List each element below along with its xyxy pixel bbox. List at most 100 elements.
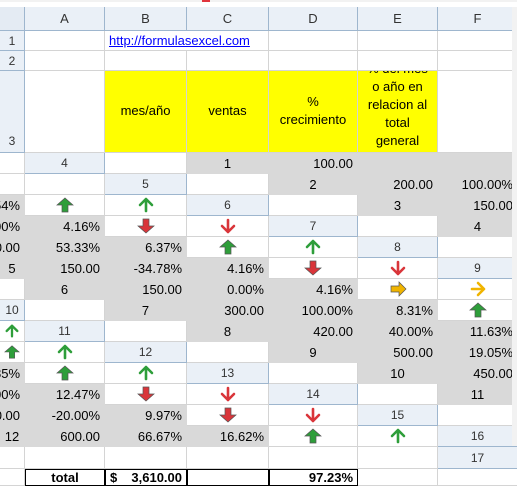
cell-a10[interactable]: [25, 300, 105, 321]
cell-a9[interactable]: [0, 279, 25, 300]
mes-value[interactable]: 11: [438, 384, 517, 405]
porcentaje-value[interactable]: 8.31%: [358, 300, 438, 321]
cell-e1[interactable]: [358, 31, 438, 51]
indicator-thin-cell[interactable]: [187, 216, 269, 237]
mes-value[interactable]: 10: [358, 363, 438, 384]
indicator-fat-cell[interactable]: [25, 195, 105, 216]
row-header-5[interactable]: 5: [105, 174, 187, 195]
indicator-fat-cell[interactable]: [25, 363, 105, 384]
cell-f16[interactable]: [358, 447, 438, 469]
cell-a3[interactable]: [25, 71, 105, 153]
porcentaje-value[interactable]: 4.16%: [187, 258, 269, 279]
indicator-fat-cell[interactable]: [438, 300, 517, 321]
column-header-d[interactable]: D: [269, 7, 358, 31]
crecimiento-value[interactable]: -34.78%: [105, 258, 187, 279]
crecimiento-value[interactable]: -20.00%: [25, 405, 105, 426]
cell-a1[interactable]: [25, 31, 105, 51]
cell-e17[interactable]: [358, 469, 438, 486]
header-porcentaje[interactable]: % del mes o año en relacion al total gen…: [358, 71, 438, 153]
cell-d1[interactable]: [269, 31, 358, 51]
indicator-thin-cell[interactable]: [187, 384, 269, 405]
indicator-fat-cell[interactable]: [187, 237, 269, 258]
row-header-17[interactable]: 17: [438, 447, 517, 469]
indicator-thin-cell[interactable]: [105, 363, 187, 384]
row-header-4[interactable]: 4: [25, 153, 105, 174]
total-crecimiento[interactable]: [187, 469, 269, 486]
row-header-6[interactable]: 6: [187, 195, 269, 216]
porcentaje-value[interactable]: 4.16%: [269, 279, 358, 300]
cell-f2[interactable]: [438, 51, 517, 71]
crecimiento-value[interactable]: 100.00%: [438, 174, 517, 195]
cell-d2[interactable]: [269, 51, 358, 71]
cell-a14[interactable]: [358, 384, 438, 405]
crecimiento-value[interactable]: 19.05%: [438, 342, 517, 363]
crecimiento-value[interactable]: 40.00%: [358, 321, 438, 342]
header-crecimiento[interactable]: % crecimiento: [269, 71, 358, 153]
cell-a11[interactable]: [105, 321, 187, 342]
row-header-15[interactable]: 15: [358, 405, 438, 426]
cell-a12[interactable]: [187, 342, 269, 363]
ventas-value[interactable]: 150.00: [105, 279, 187, 300]
mes-value[interactable]: 12: [0, 426, 25, 447]
indicator-thin-cell[interactable]: [269, 405, 358, 426]
mes-value[interactable]: 4: [438, 216, 517, 237]
indicator-thin-cell[interactable]: [358, 426, 438, 447]
row-header-12[interactable]: 12: [105, 342, 187, 363]
ventas-value[interactable]: 150.00: [438, 195, 517, 216]
ventas-value[interactable]: 420.00: [269, 321, 358, 342]
porcentaje-value[interactable]: 13.85%: [0, 363, 25, 384]
ventas-value[interactable]: 150.00: [25, 258, 105, 279]
cell-e3[interactable]: [438, 71, 517, 153]
cell-e16[interactable]: [269, 447, 358, 469]
mes-value[interactable]: 5: [0, 258, 25, 279]
cell-e2[interactable]: [358, 51, 438, 71]
vertical-scrollbar[interactable]: [512, 7, 517, 446]
cell-a13[interactable]: [269, 363, 358, 384]
ventas-value[interactable]: 230.00: [0, 237, 25, 258]
row-header-7[interactable]: 7: [269, 216, 358, 237]
indicator-thin-cell[interactable]: [25, 174, 105, 195]
porcentaje-value[interactable]: 4.16%: [25, 216, 105, 237]
column-header-f[interactable]: F: [438, 7, 517, 31]
porcentaje-value[interactable]: 6.37%: [105, 237, 187, 258]
row-header-8[interactable]: 8: [358, 237, 438, 258]
column-header-e[interactable]: E: [358, 7, 438, 31]
indicator-fat-cell[interactable]: [269, 426, 358, 447]
header-ventas[interactable]: ventas: [187, 71, 269, 153]
row-header-14[interactable]: 14: [269, 384, 358, 405]
crecimiento-value[interactable]: -10.00%: [0, 384, 25, 405]
porcentaje-value[interactable]: 16.62%: [187, 426, 269, 447]
cell-f3[interactable]: [0, 153, 25, 174]
header-mes[interactable]: mes/año: [105, 71, 187, 153]
row-header-11[interactable]: 11: [25, 321, 105, 342]
ventas-value[interactable]: 300.00: [187, 300, 269, 321]
cell-a15[interactable]: [438, 405, 517, 426]
cell-b16[interactable]: [25, 447, 105, 469]
porcentaje-value[interactable]: 5.54%: [0, 195, 25, 216]
row-header-3[interactable]: 3: [0, 71, 25, 153]
cell-a17[interactable]: [0, 469, 25, 486]
mes-value[interactable]: 8: [187, 321, 269, 342]
indicator-thin-cell[interactable]: [269, 237, 358, 258]
mes-value[interactable]: 2: [269, 174, 358, 195]
indicator-thin-cell[interactable]: [358, 258, 438, 279]
cell-b1[interactable]: http://formulasexcel.com: [105, 31, 250, 51]
cell-a8[interactable]: [438, 237, 517, 258]
row-header-13[interactable]: 13: [187, 363, 269, 384]
total-ventas[interactable]: $3,610.00: [105, 469, 187, 486]
cell-a5[interactable]: [187, 174, 269, 195]
ventas-value[interactable]: 500.00: [358, 342, 438, 363]
cell-c2[interactable]: [187, 51, 269, 71]
porcentaje-value[interactable]: [438, 153, 517, 174]
row-header-2[interactable]: 2: [0, 51, 25, 71]
crecimiento-value[interactable]: 66.67%: [105, 426, 187, 447]
mes-value[interactable]: 3: [358, 195, 438, 216]
cell-a2[interactable]: [25, 51, 105, 71]
porcentaje-value[interactable]: 11.63%: [438, 321, 517, 342]
cell-f1[interactable]: [438, 31, 517, 51]
indicator-fat-cell[interactable]: [269, 258, 358, 279]
ventas-value[interactable]: 100.00: [269, 153, 358, 174]
cell-a16[interactable]: [0, 447, 25, 469]
ventas-value[interactable]: 450.00: [438, 363, 517, 384]
cell-b2[interactable]: [105, 51, 187, 71]
